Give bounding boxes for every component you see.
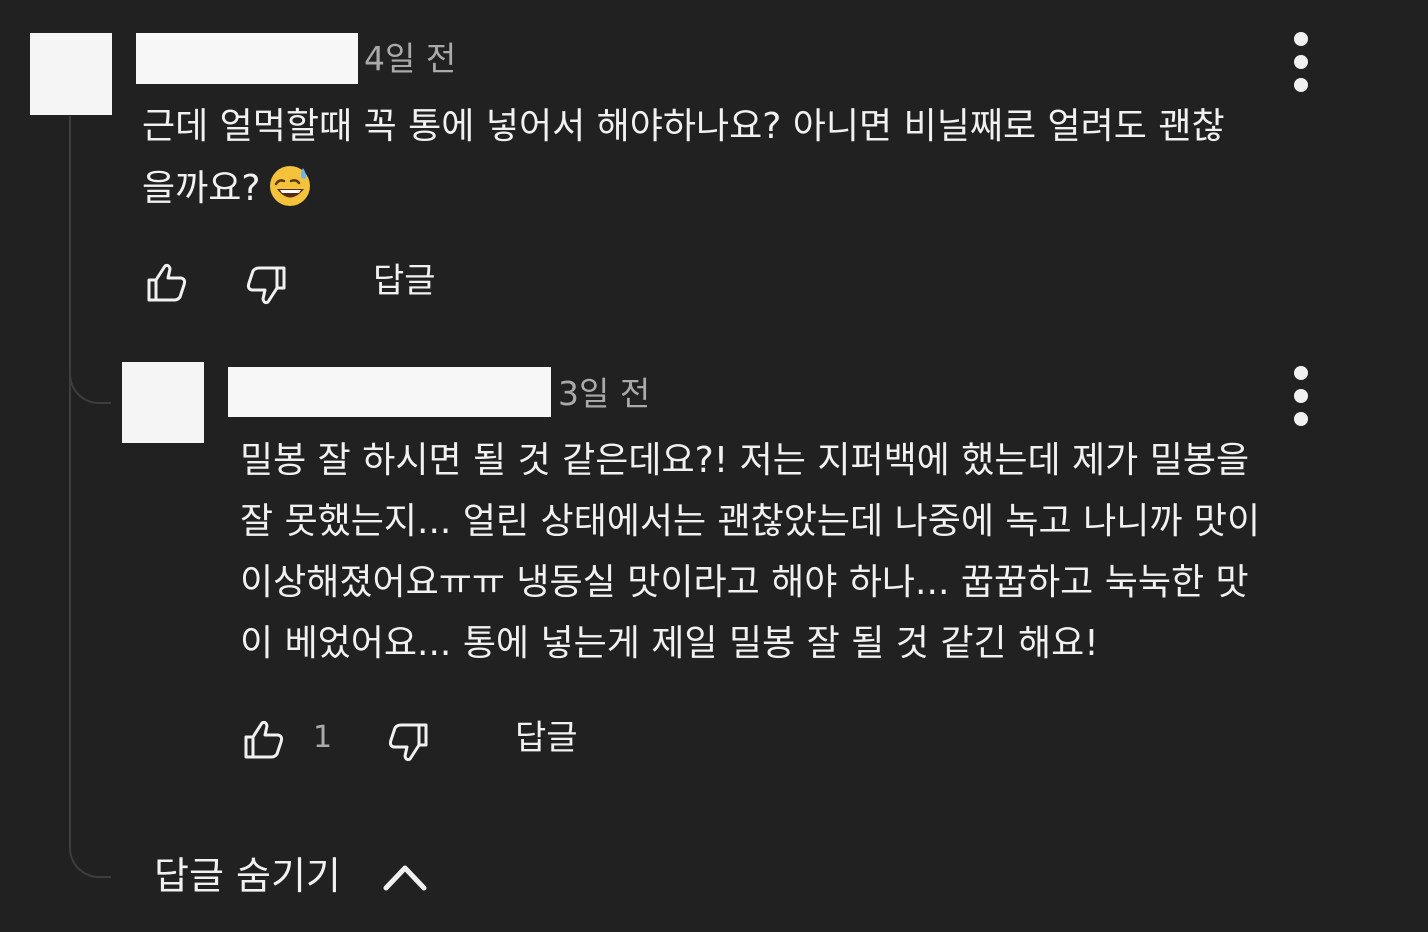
reply-text-line: 이상해졌어요ㅠㅠ 냉동실 맛이라고 해야 하나... 꿉꿉하고 눅눅한 맛 — [240, 562, 1249, 603]
avatar[interactable] — [30, 33, 112, 115]
dot-icon — [1294, 389, 1308, 403]
hide-replies-button[interactable]: 답글 숨기기 — [154, 857, 341, 895]
reply-text-line: 잘 못했는지... 얼린 상태에서는 괜찮았는데 나중에 녹고 나니까 맛이 — [240, 501, 1261, 542]
thumbs-down-icon[interactable] — [384, 719, 432, 767]
comment-text-line2: 을까요? — [142, 168, 261, 209]
thumbs-up-icon[interactable] — [240, 715, 288, 763]
reply-more-menu-button[interactable] — [1286, 366, 1316, 426]
dot-icon — [1294, 32, 1308, 46]
comment-timestamp[interactable]: 4일 전 — [364, 42, 456, 75]
chevron-up-icon[interactable] — [382, 862, 428, 892]
dot-icon — [1294, 412, 1308, 426]
reply-text-line: 이 베었어요... 통에 넣는게 제일 밀봉 잘 될 것 같긴 해요! — [240, 623, 1099, 664]
thread-branch-reply — [69, 340, 111, 404]
thread-line — [69, 116, 71, 836]
comment-text-line: 을까요? — [142, 158, 1225, 220]
comment-text: 근데 얼먹할때 꼭 통에 넣어서 해야하나요? 아니면 비닐째로 얼려도 괜찮 … — [142, 96, 1225, 220]
reply-button[interactable]: 답글 — [373, 264, 436, 298]
thread-branch-hide — [69, 816, 111, 878]
reply-author-name-redacted[interactable] — [228, 367, 551, 417]
thumbs-up-icon[interactable] — [143, 258, 191, 306]
dot-icon — [1294, 55, 1308, 69]
reply-avatar[interactable] — [122, 362, 204, 443]
dot-icon — [1294, 78, 1308, 92]
comment-text-line: 근데 얼먹할때 꼭 통에 넣어서 해야하나요? 아니면 비닐째로 얼려도 괜찮 — [142, 106, 1225, 147]
reply-text: 밀봉 잘 하시면 될 것 같은데요?! 저는 지퍼백에 했는데 제가 밀봉을 잘… — [240, 430, 1260, 674]
thumbs-down-icon[interactable] — [242, 262, 290, 310]
comment-more-menu-button[interactable] — [1286, 32, 1316, 92]
dot-icon — [1294, 366, 1308, 380]
hide-replies-label: 답글 숨기기 — [154, 854, 341, 898]
reply-text-line: 밀봉 잘 하시면 될 것 같은데요?! 저는 지퍼백에 했는데 제가 밀봉을 — [240, 440, 1250, 481]
like-count: 1 — [313, 720, 333, 755]
reply-timestamp[interactable]: 3일 전 — [558, 377, 650, 410]
author-name-redacted[interactable] — [136, 33, 358, 84]
sweat-smile-emoji-icon — [270, 166, 311, 206]
reply-button[interactable]: 답글 — [515, 721, 578, 755]
